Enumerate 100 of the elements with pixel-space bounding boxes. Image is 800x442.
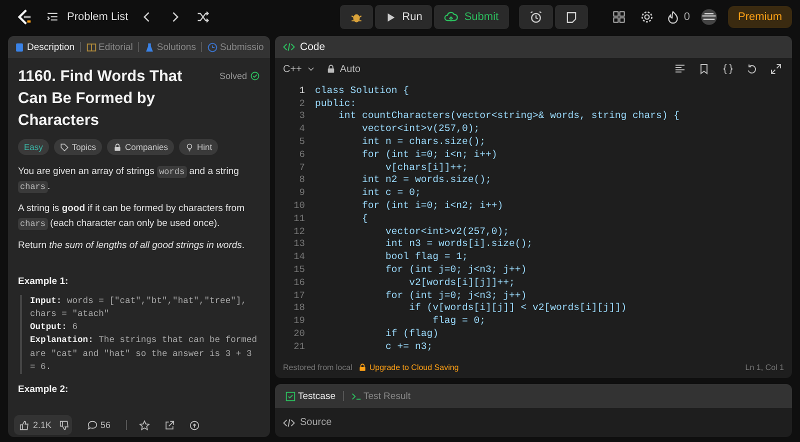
alarm-clock-icon: [528, 10, 543, 24]
tag-button[interactable]: Hint: [179, 139, 218, 155]
line-number: 11: [292, 212, 306, 224]
help-icon: [188, 420, 200, 430]
code-line: bool flag = 1;: [384, 251, 468, 262]
favorite-icon: [138, 420, 150, 430]
check-circle-icon: [250, 71, 260, 81]
panel-tab[interactable]: Testcase: [283, 390, 338, 402]
problem-title: 1160. Find Words That Can Be Formed by Characters: [18, 67, 184, 131]
description-text: You are given an array of strings words and a string chars .: [18, 165, 240, 194]
line-number: 3: [298, 110, 306, 122]
terminal-icon: [350, 390, 362, 402]
code-line: int n2 = words.size();: [361, 174, 492, 186]
book-icon: [86, 42, 97, 52]
premium-button[interactable]: Premium: [728, 6, 792, 28]
save-status: Restored from local: [283, 362, 352, 372]
line-number: 10: [292, 200, 306, 212]
submit-button[interactable]: Submit: [434, 5, 509, 29]
line-number: 12: [292, 226, 306, 237]
shuffle-icon: [196, 10, 210, 24]
reset-icon: [746, 63, 758, 75]
format-icon: [674, 63, 686, 75]
code-icon: [283, 416, 295, 428]
line-number: 7: [298, 162, 306, 173]
run-button[interactable]: Run: [375, 5, 432, 29]
code-line: if (flag): [384, 328, 438, 340]
tag-button[interactable]: Companies: [107, 139, 174, 155]
braces-icon: [722, 63, 734, 75]
cursor-position: Ln 1, Col 1: [745, 362, 784, 372]
line-number: 21: [292, 340, 306, 352]
example-heading: Example 2:: [18, 384, 70, 396]
lock-icon: [326, 64, 336, 74]
lock-icon: [113, 142, 122, 152]
expand-icon: [770, 63, 782, 75]
code-line: int c = 0;: [361, 187, 421, 198]
example-text: Output: 6: [30, 321, 79, 334]
panel-tab[interactable]: Editorial: [84, 42, 135, 52]
description-text: Return the sum of lengths of all good strings in words.: [18, 239, 246, 253]
checkbox-icon: [285, 390, 296, 402]
code-line: {: [361, 212, 368, 224]
note-icon: [564, 10, 578, 24]
debug-button[interactable]: [340, 5, 374, 29]
solved-label: Solved: [219, 71, 247, 81]
panel-tab[interactable]: Solutions: [142, 42, 198, 52]
tag-icon: [60, 142, 69, 152]
code-line: c += n3;: [384, 340, 433, 352]
line-number: 2: [298, 98, 306, 109]
line-number: 13: [292, 238, 306, 250]
difficulty-label: Easy: [18, 139, 49, 155]
line-number: 20: [292, 328, 306, 340]
settings-icon: [640, 10, 654, 24]
line-number: 9: [298, 187, 306, 198]
timer-button[interactable]: [518, 5, 553, 29]
line-number: 8: [298, 174, 306, 186]
line-number: 19: [292, 315, 306, 326]
line-number: 5: [298, 136, 306, 148]
line-number: 4: [298, 123, 306, 134]
thumbs-up-icon: [19, 420, 30, 430]
lock-icon: [358, 362, 368, 372]
panel-tab[interactable]: Description: [12, 42, 77, 52]
play-icon: [385, 12, 396, 22]
code-line: for (int j=0; j<n3; j++): [384, 264, 527, 276]
code-line: int countCharacters(vector<string>& words, string chars) {: [338, 110, 680, 122]
code-line: flag = 0;: [432, 315, 486, 326]
cloud-upload-icon: [444, 10, 458, 24]
panel-tab[interactable]: Test Result: [348, 390, 412, 402]
panel-tab[interactable]: Submissio: [204, 42, 266, 52]
tag-button[interactable]: Topics: [54, 139, 102, 155]
code-line: if (v[words[i][j]] < v2[words[i][j]]): [408, 302, 627, 314]
dislike-icon: [58, 420, 70, 430]
language-dropdown[interactable]: C++: [283, 64, 316, 74]
example-text: Explanation: The strings that can be formed are "cat" and "hat" so the answer is 3 + 3 = 6.: [30, 334, 258, 374]
favorite-button[interactable]: [136, 418, 152, 432]
line-number: 17: [292, 290, 306, 301]
line-number: 1: [298, 84, 306, 96]
layout-icon: [612, 10, 626, 24]
code-line: for (int i=0; i<n; i++): [361, 148, 498, 160]
notes-button[interactable]: [554, 5, 588, 29]
code-line: class Solution {: [315, 84, 410, 96]
code-line: int n = chars.size();: [361, 136, 486, 148]
flame-icon: [666, 10, 680, 24]
description-text: A string is good if it can be formed by characters from chars (each character can only be used once).: [18, 202, 246, 231]
comments-button[interactable]: 56: [82, 420, 116, 430]
like-button[interactable]: 2.1K: [14, 420, 57, 430]
code-line: v[chars[i]]++;: [384, 162, 468, 173]
source-label: Source: [300, 417, 332, 428]
upgrade-link[interactable]: Upgrade to Cloud Saving: [358, 362, 459, 372]
code-line: int n3 = words[i].size();: [384, 238, 533, 250]
line-number: 16: [292, 276, 306, 288]
code-line: for (int i=0; i<n2; i++): [361, 200, 504, 212]
line-number: 14: [292, 251, 306, 262]
panel-title: Code: [300, 41, 326, 53]
code-line: public:: [315, 98, 356, 109]
expand-button[interactable]: [768, 61, 784, 77]
lightbulb-icon: [185, 142, 194, 152]
clock-icon: [206, 42, 218, 52]
bookmark-icon: [698, 63, 710, 75]
share-icon: [164, 420, 175, 430]
line-number: 15: [292, 264, 306, 276]
problem-list-button[interactable]: Problem List: [46, 10, 128, 24]
